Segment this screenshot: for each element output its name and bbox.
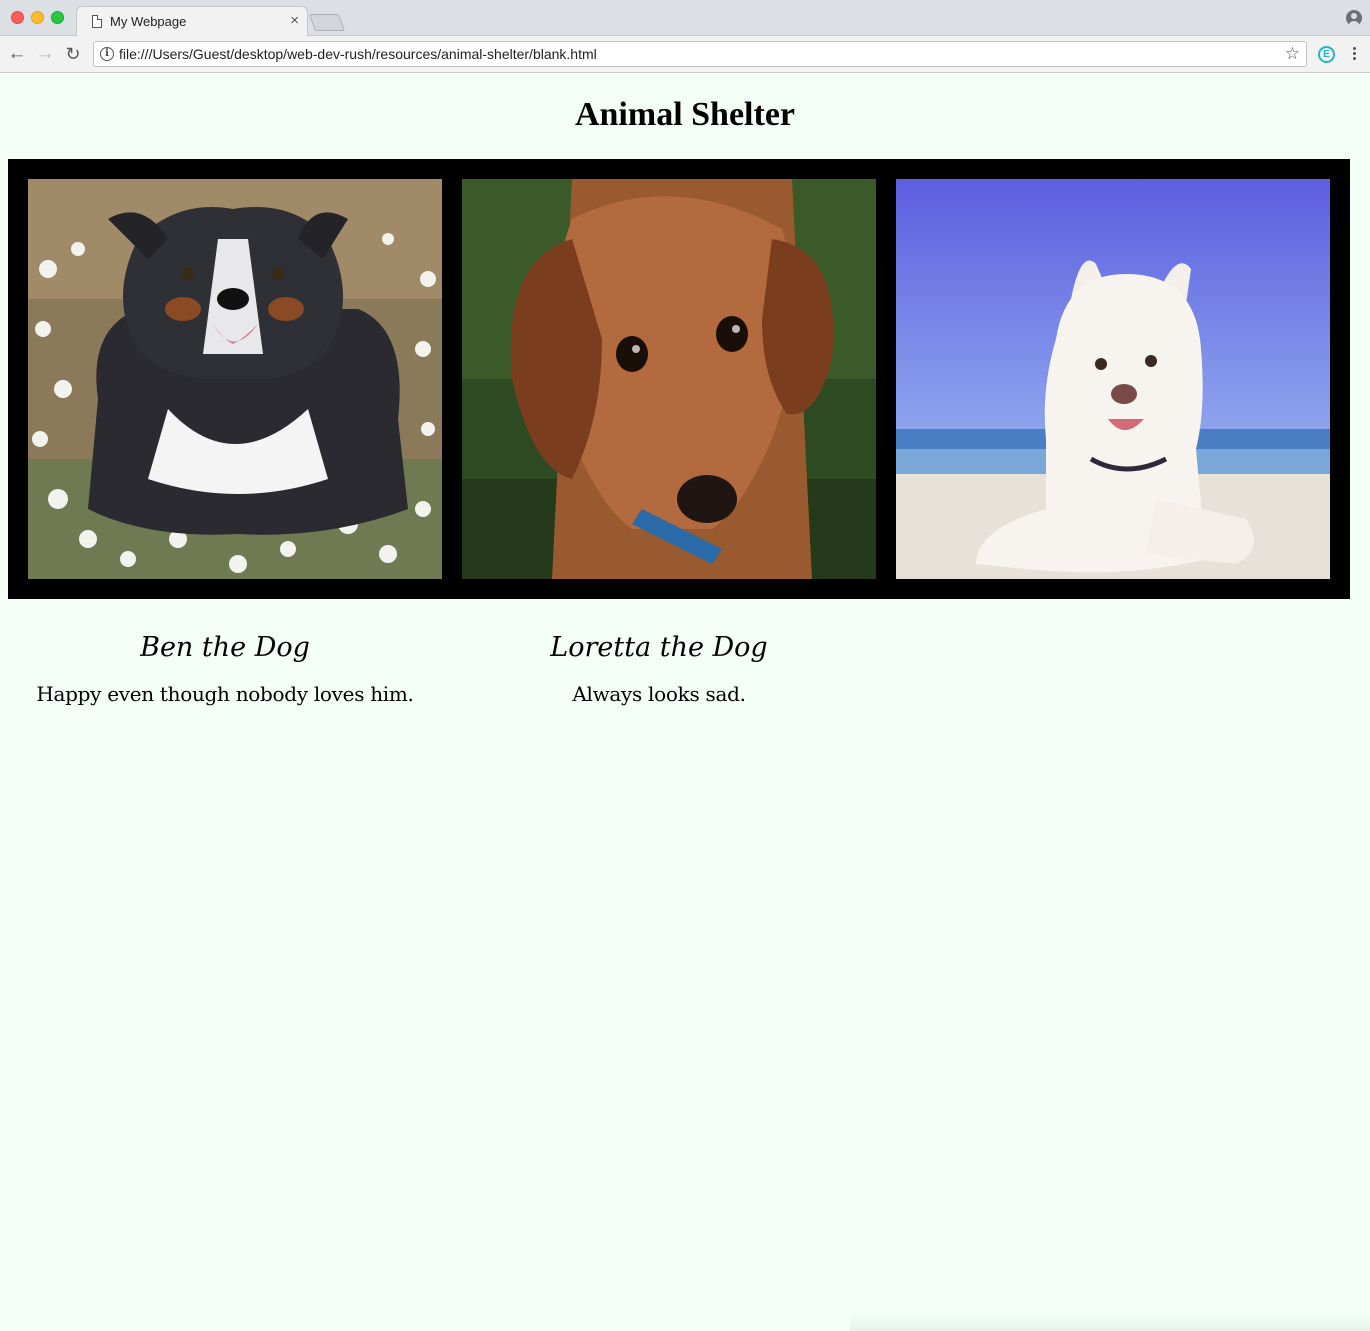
close-window-button[interactable] [11,11,24,24]
puppy-photo [896,179,1330,579]
ben-photo [28,179,442,579]
star-icon[interactable]: ☆ [1285,44,1300,64]
kebab-menu-icon[interactable] [1348,45,1360,65]
info-icon[interactable]: i [100,47,114,61]
browser-tab-bar: My Webpage × [0,0,1370,37]
minimize-window-button[interactable] [31,11,44,24]
pet-name: Loretta the Dog [550,632,768,663]
page-body: Animal Shelter Ben the Dog Happy even th… [0,74,1370,1331]
arrow-right-icon[interactable]: → [33,42,57,66]
document-icon [92,15,102,28]
browser-tab[interactable]: My Webpage × [76,6,308,37]
extension-icon[interactable]: E [1318,46,1335,63]
browser-toolbar: ← → ↻ i file:///Users/Guest/desktop/web-… [0,36,1370,73]
reload-icon[interactable]: ↻ [61,42,85,66]
profile-icon[interactable] [1346,10,1362,26]
new-tab-button[interactable] [308,14,346,31]
url-text[interactable]: file:///Users/Guest/desktop/web-dev-rush… [119,46,597,62]
loretta-photo [462,179,876,579]
address-bar[interactable]: i file:///Users/Guest/desktop/web-dev-ru… [93,41,1307,67]
photo-gallery [8,159,1350,599]
pet-description: Happy even though nobody loves him. [36,682,414,706]
pet-name: Ben the Dog [140,632,310,663]
tab-title: My Webpage [110,14,187,29]
arrow-left-icon[interactable]: ← [5,42,29,66]
tab-close-icon[interactable]: × [290,12,299,30]
pet-description: Always looks sad. [572,682,746,706]
pet-card: Loretta the Dog Always looks sad. [442,626,876,706]
bottom-shadow [850,1314,1370,1331]
pet-card: Ben the Dog Happy even though nobody lov… [8,626,442,706]
maximize-window-button[interactable] [51,11,64,24]
page-title: Animal Shelter [574,96,796,133]
